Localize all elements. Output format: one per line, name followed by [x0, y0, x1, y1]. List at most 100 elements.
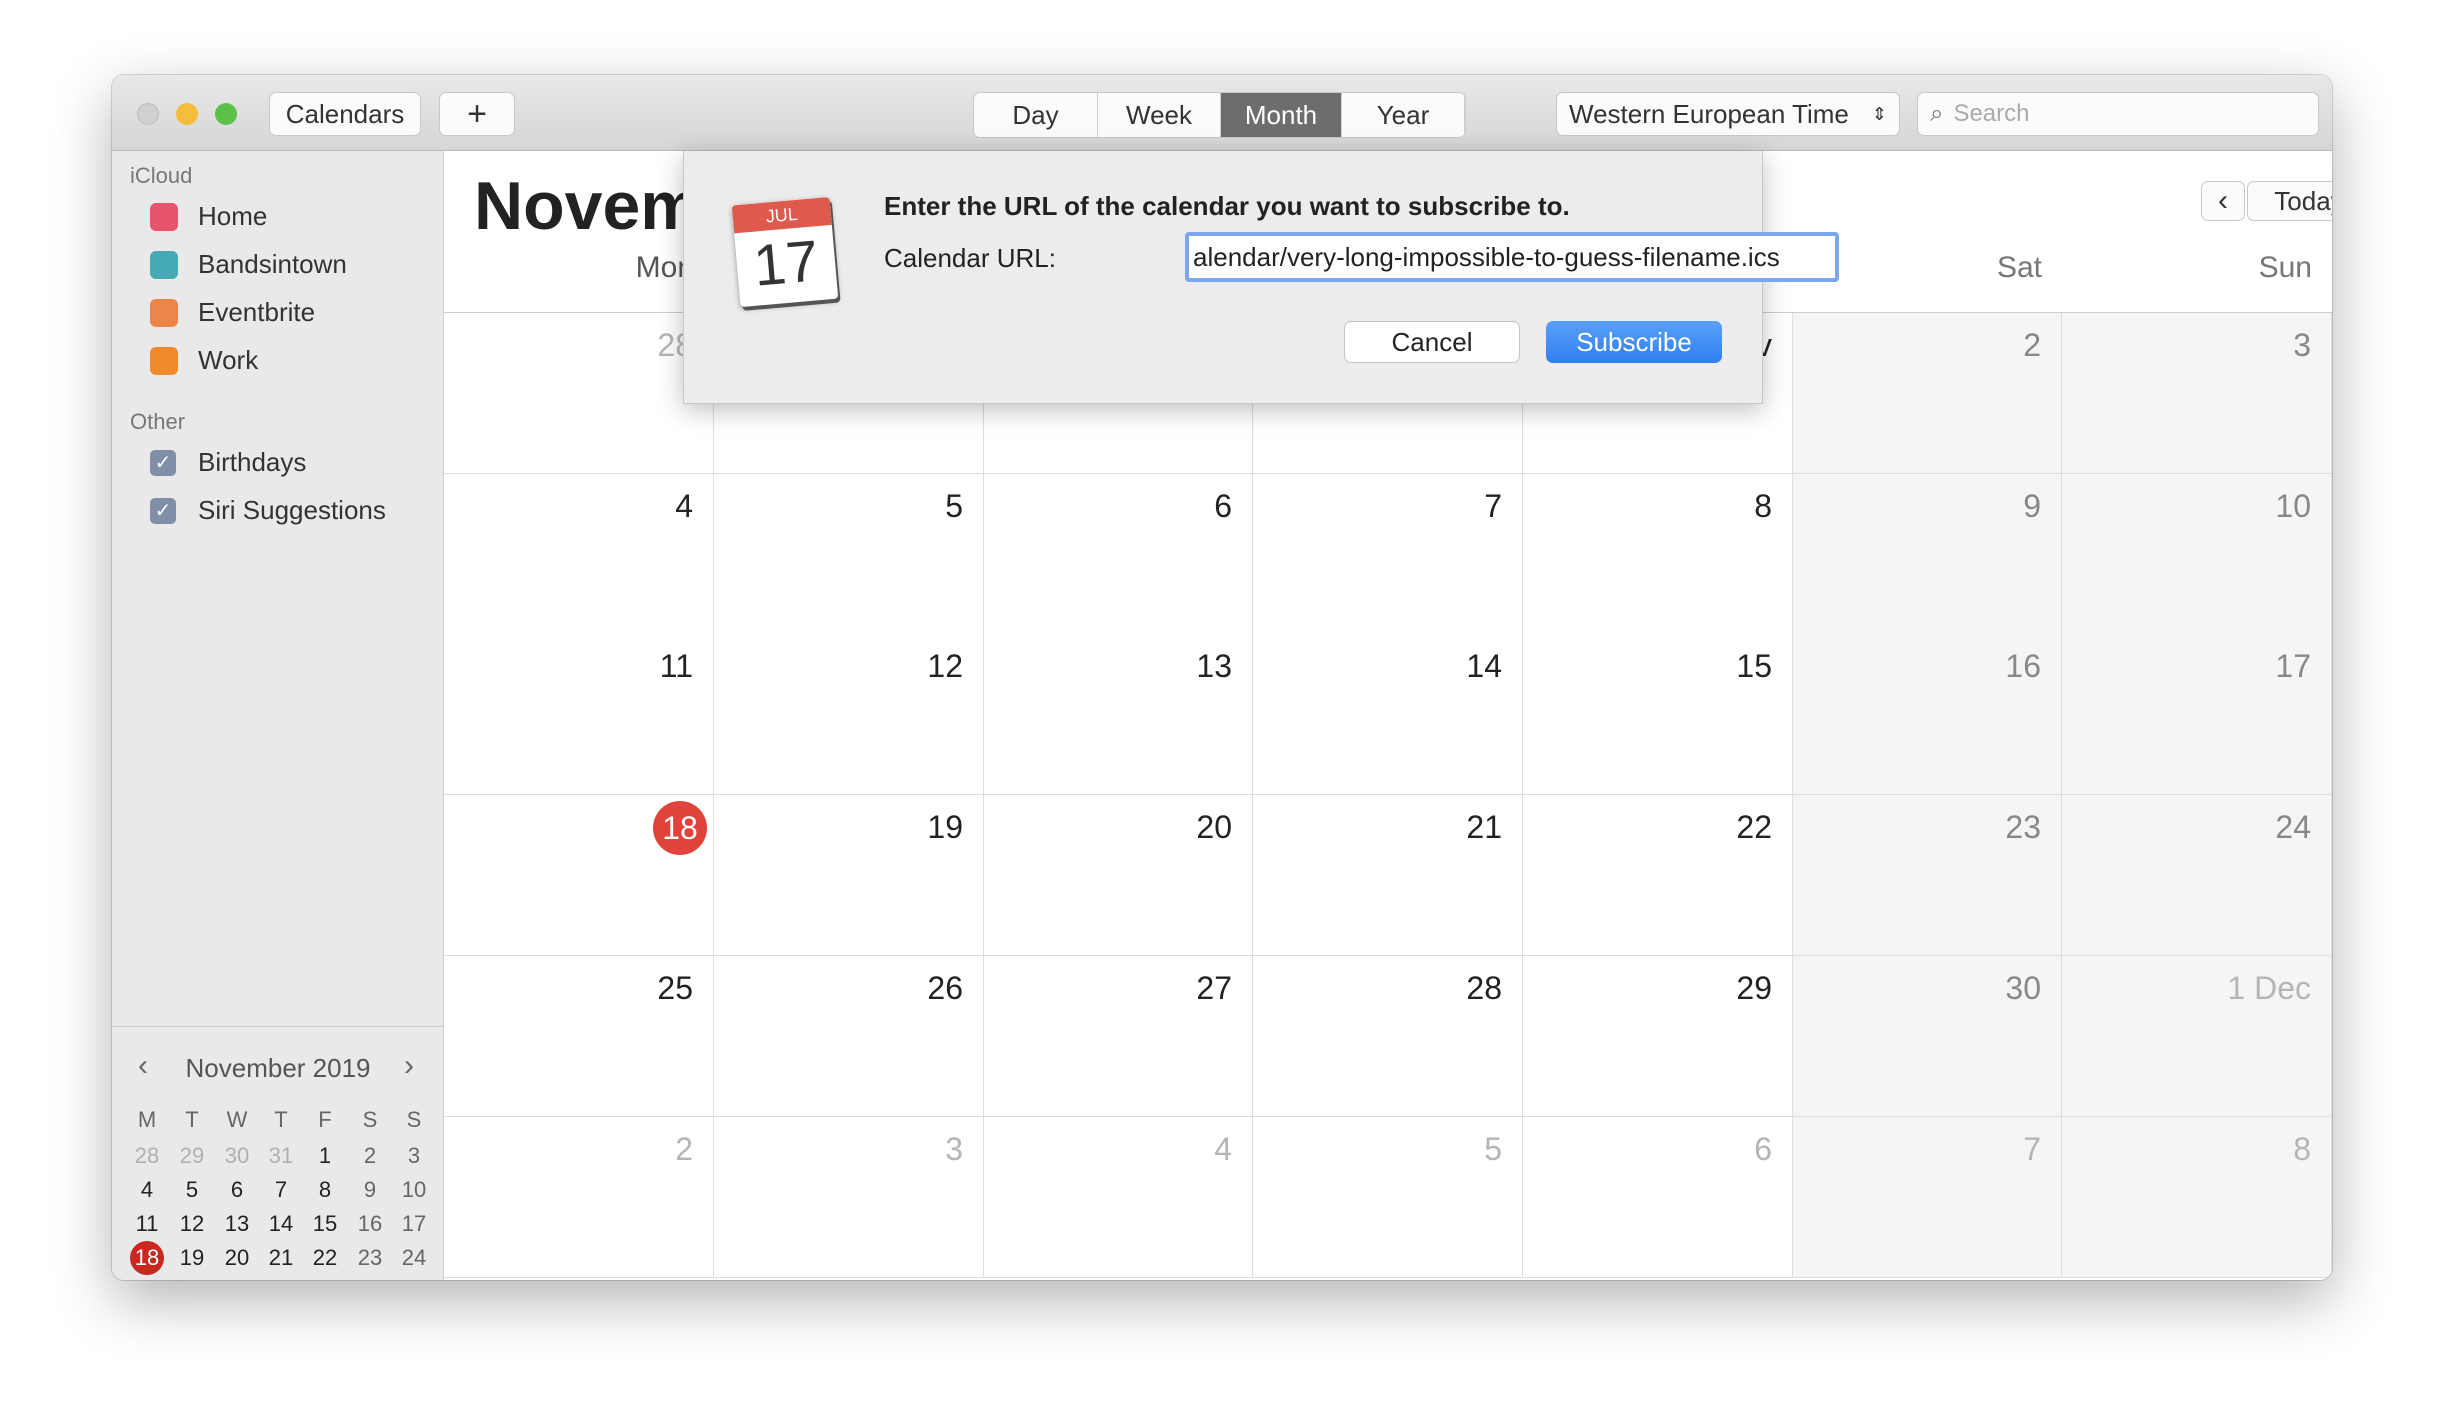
day-cell[interactable]: 3 [2062, 313, 2332, 474]
day-cell[interactable]: 5 [1253, 1117, 1523, 1278]
mini-day[interactable]: 21 [259, 1245, 303, 1271]
add-button[interactable]: + [439, 92, 515, 136]
day-cell[interactable]: 28 [1253, 956, 1523, 1117]
mini-day[interactable]: 7 [259, 1177, 303, 1203]
day-cell[interactable]: 7 [1253, 474, 1523, 635]
mini-day[interactable]: 26 [170, 1279, 214, 1280]
day-cell[interactable]: 7 [1793, 1117, 2062, 1278]
day-cell[interactable]: 4 [444, 474, 714, 635]
day-cell[interactable]: 30 [1793, 956, 2062, 1117]
day-cell[interactable]: 6 [1523, 1117, 1793, 1278]
view-tab-week[interactable]: Week [1098, 93, 1221, 137]
mini-day[interactable]: 14 [259, 1211, 303, 1237]
mini-day[interactable]: 29 [170, 1143, 214, 1169]
day-cell[interactable]: 2 [1793, 313, 2062, 474]
calendar-url-input[interactable]: alendar/very-long-impossible-to-guess-fi… [1185, 232, 1839, 282]
mini-day[interactable]: 3 [392, 1143, 436, 1169]
day-cell[interactable]: 9 [1793, 474, 2062, 635]
day-cell[interactable]: 16 [1793, 634, 2062, 795]
cancel-button[interactable]: Cancel [1344, 321, 1520, 363]
day-cell[interactable]: 24 [2062, 795, 2332, 956]
calendars-button[interactable]: Calendars [269, 92, 421, 136]
mini-day[interactable]: 16 [348, 1211, 392, 1237]
day-cell[interactable]: 27 [984, 956, 1253, 1117]
checkbox-checked-icon[interactable]: ✓ [150, 449, 176, 476]
day-cell[interactable]: 12 [714, 634, 984, 795]
mini-day[interactable]: 30 [215, 1143, 259, 1169]
mini-day[interactable]: 9 [348, 1177, 392, 1203]
timezone-select[interactable]: Western European Time ⇕ [1556, 92, 1900, 136]
day-cell[interactable]: 21 [1253, 795, 1523, 956]
mini-day[interactable]: 17 [392, 1211, 436, 1237]
mini-day[interactable]: 25 [125, 1279, 169, 1280]
mini-day[interactable]: 1 [303, 1143, 347, 1169]
mini-day[interactable]: 31 [259, 1143, 303, 1169]
calendar-color-swatch[interactable] [150, 202, 178, 231]
calendar-color-swatch[interactable] [150, 298, 178, 327]
prev-month-button[interactable]: ‹ [2201, 181, 2245, 221]
view-tab-month[interactable]: Month [1221, 93, 1342, 137]
day-cell[interactable]: 6 [984, 474, 1253, 635]
sidebar-calendar-home[interactable]: Home [150, 201, 267, 232]
day-cell[interactable]: 20 [984, 795, 1253, 956]
day-cell[interactable]: 1 Dec [2062, 956, 2332, 1117]
zoom-button[interactable] [215, 103, 237, 125]
mini-day[interactable]: 28 [125, 1143, 169, 1169]
day-cell[interactable]: 22 [1523, 795, 1793, 956]
day-cell[interactable]: 25 [444, 956, 714, 1117]
day-cell[interactable]: 15 [1523, 634, 1793, 795]
sidebar-calendar-bandsintown[interactable]: Bandsintown [150, 249, 347, 280]
checkbox-checked-icon[interactable]: ✓ [150, 497, 176, 524]
day-cell[interactable]: 13 [984, 634, 1253, 795]
day-cell[interactable]: 3 [714, 1117, 984, 1278]
calendar-color-swatch[interactable] [150, 346, 178, 375]
day-cell[interactable]: 26 [714, 956, 984, 1117]
day-cell[interactable]: 10 [2062, 474, 2332, 635]
mini-day[interactable]: 8 [303, 1177, 347, 1203]
day-cell[interactable]: 8 [2062, 1117, 2332, 1278]
sidebar-calendar-birthdays[interactable]: ✓ Birthdays [150, 447, 306, 478]
mini-day[interactable]: 6 [215, 1177, 259, 1203]
mini-day[interactable]: 10 [392, 1177, 436, 1203]
mini-day[interactable]: 15 [303, 1211, 347, 1237]
sidebar-calendar-siri-suggestions[interactable]: ✓ Siri Suggestions [150, 495, 386, 526]
day-cell[interactable]: 23 [1793, 795, 2062, 956]
mini-day[interactable]: 27 [215, 1279, 259, 1280]
search-input[interactable]: ⌕ Search [1917, 92, 2319, 136]
mini-day[interactable]: 13 [215, 1211, 259, 1237]
day-cell[interactable]: 5 [714, 474, 984, 635]
mini-next-button[interactable]: › [404, 1049, 414, 1083]
calendar-color-swatch[interactable] [150, 250, 178, 279]
day-cell[interactable]: 8 [1523, 474, 1793, 635]
mini-day[interactable]: 28 [259, 1279, 303, 1280]
day-cell[interactable]: 2 [444, 1117, 714, 1278]
mini-day[interactable]: 1 [392, 1279, 436, 1280]
mini-day[interactable]: 24 [392, 1245, 436, 1271]
subscribe-button[interactable]: Subscribe [1546, 321, 1722, 363]
mini-day[interactable]: 11 [125, 1211, 169, 1237]
mini-day[interactable]: 19 [170, 1245, 214, 1271]
mini-day[interactable]: 30 [348, 1279, 392, 1280]
day-cell[interactable]: 17 [2062, 634, 2332, 795]
close-button[interactable] [137, 103, 159, 125]
mini-day[interactable]: 18 [130, 1241, 164, 1275]
day-cell[interactable]: 29 [1523, 956, 1793, 1117]
minimize-button[interactable] [176, 103, 198, 125]
view-tab-year[interactable]: Year [1342, 93, 1465, 137]
sidebar-calendar-eventbrite[interactable]: Eventbrite [150, 297, 315, 328]
day-cell[interactable]: 28 [444, 313, 714, 474]
view-tab-day[interactable]: Day [974, 93, 1098, 137]
mini-day[interactable]: 2 [348, 1143, 392, 1169]
day-cell[interactable]: 19 [714, 795, 984, 956]
today-button[interactable]: Today [2247, 181, 2332, 221]
mini-day[interactable]: 12 [170, 1211, 214, 1237]
day-cell[interactable]: 18 [444, 795, 714, 956]
mini-day[interactable]: 23 [348, 1245, 392, 1271]
sidebar-calendar-work[interactable]: Work [150, 345, 258, 376]
day-cell[interactable]: 11 [444, 634, 714, 795]
day-cell[interactable]: 14 [1253, 634, 1523, 795]
day-cell[interactable]: 4 [984, 1117, 1253, 1278]
mini-day[interactable]: 29 [303, 1279, 347, 1280]
mini-day[interactable]: 5 [170, 1177, 214, 1203]
mini-day[interactable]: 4 [125, 1177, 169, 1203]
